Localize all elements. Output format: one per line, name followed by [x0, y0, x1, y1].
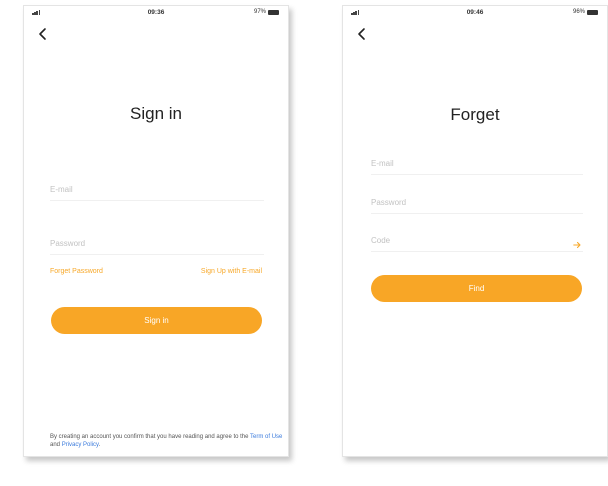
battery-percent: 96% [572, 9, 585, 15]
back-icon[interactable] [36, 27, 50, 41]
back-icon[interactable] [355, 27, 369, 41]
signin-screen: 09:36 97% Sign in Forget Password Sign U… [23, 5, 289, 457]
terms-notice-end: . [98, 442, 101, 448]
arrow-right-icon[interactable] [573, 236, 581, 249]
battery-indicator: 96% [573, 9, 598, 15]
terms-notice-and: and [50, 442, 62, 448]
email-field [50, 179, 264, 201]
terms-notice-text: By creating an account you confirm that … [50, 434, 251, 440]
battery-percent: 97% [253, 9, 266, 15]
status-time: 09:46 [466, 9, 484, 16]
terms-of-use-link[interactable]: Term of Use [250, 434, 282, 440]
forgot-password-link[interactable]: Forget Password [50, 268, 103, 275]
page-title: Forget [450, 105, 500, 124]
page-title: Sign in [130, 104, 182, 123]
email-input[interactable] [371, 153, 583, 174]
signup-email-link[interactable]: Sign Up with E-mail [201, 268, 262, 275]
battery-indicator: 97% [254, 9, 279, 15]
status-time: 09:36 [147, 9, 165, 16]
privacy-policy-link[interactable]: Privacy Policy [62, 442, 99, 448]
find-button[interactable]: Find [371, 275, 582, 302]
email-field [371, 153, 583, 175]
password-input[interactable] [371, 192, 583, 213]
signin-button[interactable]: Sign in [51, 307, 262, 334]
battery-icon [268, 9, 279, 15]
code-input[interactable] [371, 230, 583, 251]
password-input[interactable] [50, 233, 264, 254]
password-field [50, 233, 264, 255]
password-field [371, 192, 583, 214]
status-bar: 09:46 96% [343, 6, 607, 20]
code-field [371, 230, 583, 252]
forget-screen: 09:46 96% Forget Find [342, 5, 608, 457]
terms-notice: By creating an account you confirm that … [50, 433, 286, 449]
email-input[interactable] [50, 179, 264, 200]
battery-icon [587, 9, 598, 15]
status-bar: 09:36 97% [24, 6, 288, 20]
